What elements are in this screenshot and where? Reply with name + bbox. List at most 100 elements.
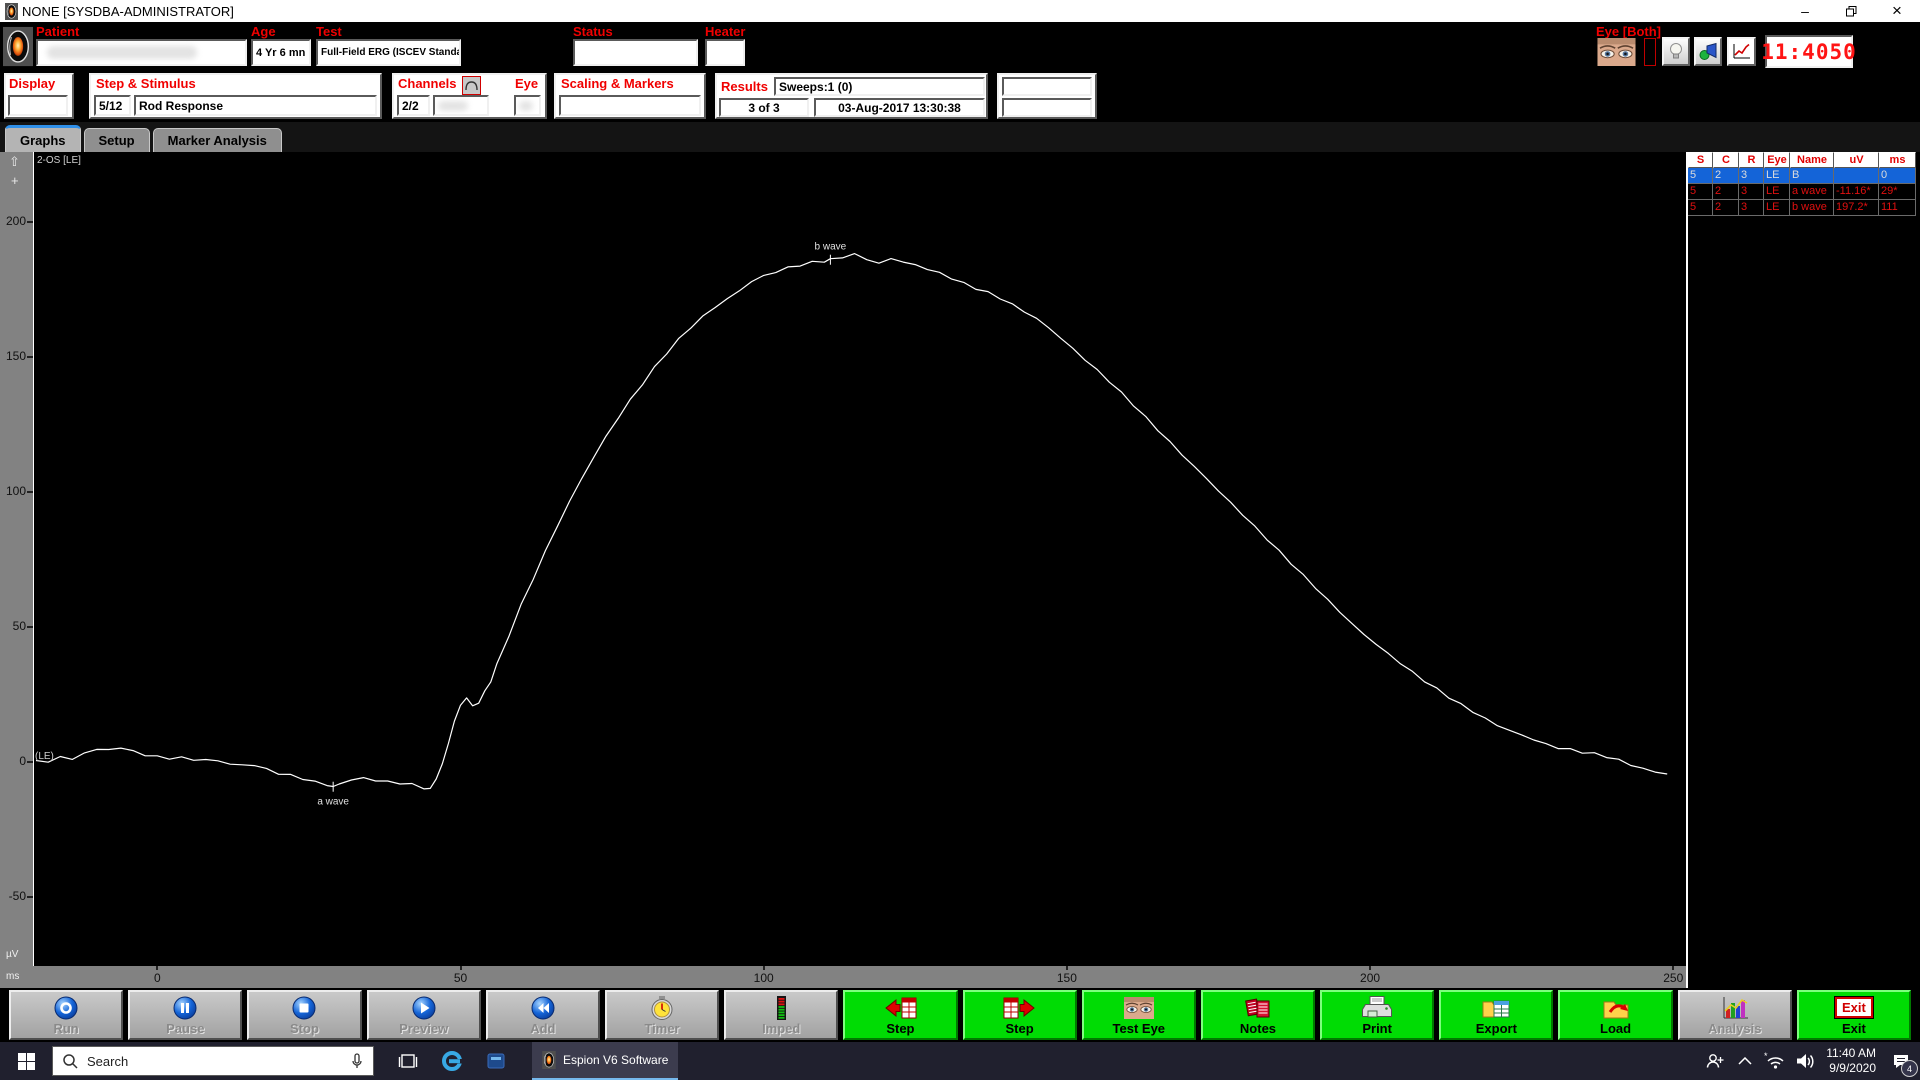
notes-icon — [1243, 994, 1273, 1022]
tab-setup[interactable]: Setup — [83, 128, 150, 152]
erg-plot[interactable]: 2-OS [LE] (LE) a wave b wave — [33, 152, 1686, 966]
column-header-uv[interactable]: uV — [1834, 152, 1879, 168]
preview-icon — [411, 994, 437, 1022]
imped-button[interactable]: Imped — [724, 990, 839, 1040]
graph-button[interactable] — [1727, 37, 1756, 66]
minimize-button[interactable]: – — [1782, 0, 1828, 22]
tab-graphs[interactable]: Graphs — [5, 125, 81, 152]
toolbar-button-label: Analysis — [1707, 1020, 1762, 1036]
scaling-input[interactable] — [559, 95, 701, 116]
title-bar: NONE [SYSDBA-ADMINISTRATOR] – × — [0, 0, 1920, 22]
table-row[interactable]: 5 2 3 LE a wave -11.16* 29* — [1688, 184, 1920, 200]
add-button[interactable]: Add — [485, 990, 600, 1040]
column-header-r[interactable]: R — [1739, 152, 1764, 168]
toolbar-button-label: Run — [53, 1020, 79, 1036]
search-input[interactable]: Search — [52, 1046, 374, 1076]
preview-button[interactable]: Preview — [366, 990, 481, 1040]
people-button[interactable] — [1700, 1042, 1730, 1080]
step-left-icon — [882, 994, 918, 1022]
age-input[interactable]: 4 Yr 6 mn — [251, 39, 311, 66]
extra-input-bottom[interactable] — [1002, 98, 1092, 117]
result-datetime-input[interactable]: 03-Aug-2017 13:30:38 — [814, 98, 985, 117]
network-button[interactable]: * — [1760, 1042, 1790, 1080]
x-tick-label: 100 — [753, 971, 774, 985]
y-tick-label: 100 — [5, 483, 26, 498]
channels-input[interactable]: 2/2 — [397, 95, 430, 116]
microphone-icon[interactable] — [350, 1052, 364, 1070]
eye-select-input[interactable] — [514, 95, 541, 116]
step-number-input[interactable]: 5/12 — [94, 95, 131, 116]
status-input[interactable] — [573, 39, 698, 66]
step-left-button[interactable]: Step — [843, 990, 958, 1040]
patient-input[interactable] — [36, 39, 247, 66]
x-axis-unit-label: ms — [6, 971, 20, 982]
task-view-button[interactable] — [386, 1042, 430, 1080]
channel-shape-icon — [462, 76, 481, 95]
load-icon — [1601, 994, 1631, 1022]
people-icon — [1706, 1054, 1724, 1068]
action-center-button[interactable]: 4 — [1882, 1042, 1920, 1080]
table-cell — [1834, 168, 1879, 184]
column-header-eye[interactable]: Eye — [1764, 152, 1790, 168]
stimulus-input[interactable]: Rod Response — [134, 95, 377, 116]
toolbar-button-label: Notes — [1239, 1020, 1277, 1036]
start-button[interactable] — [0, 1042, 52, 1080]
heater-input[interactable] — [705, 39, 745, 66]
exit-button[interactable]: Exit Exit — [1796, 990, 1911, 1040]
sweeps-input[interactable]: Sweeps:1 (0) — [774, 77, 985, 96]
extra-input-top[interactable] — [1002, 77, 1092, 96]
header: Patient Age 4 Yr 6 mn Test Full-Field ER… — [0, 22, 1920, 122]
table-cell: 3 — [1739, 200, 1764, 216]
close-button[interactable]: × — [1874, 0, 1920, 22]
table-cell: LE — [1764, 200, 1790, 216]
stop-button[interactable]: Stop — [247, 990, 362, 1040]
speaker-icon — [1797, 1054, 1814, 1068]
extra-panel — [997, 73, 1097, 119]
svg-text:*: * — [1764, 1052, 1768, 1061]
channel-name-input[interactable] — [433, 95, 489, 116]
run-button[interactable]: Run — [9, 990, 124, 1040]
tab-bar: Graphs Setup Marker Analysis — [0, 122, 1920, 152]
sound-button[interactable] — [1694, 37, 1722, 66]
print-button[interactable]: Print — [1320, 990, 1435, 1040]
test-eye-button[interactable]: Test Eye — [1081, 990, 1196, 1040]
table-row[interactable]: 5 2 3 LE b wave 197.2* 111 — [1688, 200, 1920, 216]
taskbar-clock[interactable]: 11:40 AM 9/9/2020 — [1826, 1046, 1876, 1076]
pause-icon — [172, 994, 198, 1022]
clock-date: 9/9/2020 — [1829, 1061, 1876, 1075]
test-input[interactable]: Full-Field ERG (ISCEV Standar — [316, 39, 461, 66]
volume-button[interactable] — [1790, 1042, 1820, 1080]
export-button[interactable]: Export — [1439, 990, 1554, 1040]
load-button[interactable]: Load — [1558, 990, 1673, 1040]
toolbar-button-label: Print — [1362, 1020, 1392, 1036]
restore-button[interactable] — [1828, 0, 1874, 22]
zoom-plus-icon[interactable]: + — [11, 174, 19, 187]
tray-expand-button[interactable] — [1730, 1042, 1760, 1080]
results-panel: Results Sweeps:1 (0) 3 of 3 03-Aug-2017 … — [715, 73, 988, 119]
pinned-app-button[interactable] — [474, 1042, 518, 1080]
analysis-button[interactable]: Analysis — [1677, 990, 1792, 1040]
notes-button[interactable]: Notes — [1200, 990, 1316, 1040]
result-count-input[interactable]: 3 of 3 — [719, 98, 809, 117]
taskbar-app-espion[interactable]: Espion V6 Software — [532, 1042, 679, 1080]
y-tick-label: 200 — [5, 213, 26, 228]
column-header-s[interactable]: S — [1688, 152, 1713, 168]
step-right-button[interactable]: Step — [962, 990, 1077, 1040]
column-header-name[interactable]: Name — [1790, 152, 1834, 168]
column-header-ms[interactable]: ms — [1879, 152, 1916, 168]
pause-button[interactable]: Pause — [128, 990, 243, 1040]
timer-button[interactable]: Timer — [604, 990, 720, 1040]
display-input[interactable] — [8, 95, 68, 116]
column-header-c[interactable]: C — [1713, 152, 1739, 168]
edge-button[interactable] — [430, 1042, 474, 1080]
table-row[interactable]: 5 2 3 LE B 0 — [1688, 168, 1920, 184]
tab-marker-analysis[interactable]: Marker Analysis — [152, 128, 282, 152]
table-cell: B — [1790, 168, 1834, 184]
table-cell: 3 — [1739, 184, 1764, 200]
light-button[interactable] — [1662, 37, 1690, 66]
pan-up-icon[interactable]: ⇧ — [9, 155, 20, 168]
chart-region: ⇧ + µV 200 150 100 50 0 -50 2-OS [LE] (LE) a wa… — [0, 152, 1686, 988]
table-cell: 2 — [1713, 200, 1739, 216]
toolbar-button-label: Step — [886, 1020, 915, 1036]
x-tick-mark — [1672, 966, 1675, 970]
